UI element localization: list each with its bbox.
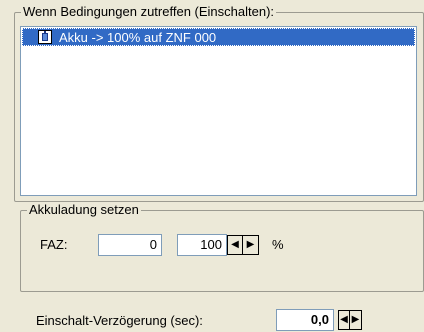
decrease-button[interactable]: ◀ — [227, 235, 243, 255]
delay-input[interactable]: 0,0 — [276, 309, 334, 331]
delay-label: Einschalt-Verzögerung (sec): — [36, 313, 203, 328]
increase-button[interactable]: ▶ — [243, 235, 259, 255]
triangle-right-icon: ▶ — [351, 314, 360, 325]
triangle-right-icon: ▶ — [246, 239, 255, 250]
list-item-label: Akku -> 100% auf ZNF 000 — [59, 29, 217, 45]
triangle-left-icon: ◀ — [231, 239, 239, 250]
dialog-window: Wenn Bedingungen zutreffen (Einschalten)… — [0, 0, 424, 332]
triangle-left-icon: ◀ — [340, 314, 348, 325]
battery-icon — [38, 30, 52, 44]
delay-spinner: ◀ ▶ — [338, 310, 362, 330]
conditions-listbox[interactable]: Akku -> 100% auf ZNF 000 — [20, 26, 417, 196]
delay-decrease-button[interactable]: ◀ — [338, 310, 350, 330]
percent-spinner: ◀ ▶ — [227, 235, 259, 255]
conditions-group-title: Wenn Bedingungen zutreffen (Einschalten)… — [21, 4, 277, 20]
percent-unit: % — [272, 237, 284, 252]
delay-increase-button[interactable]: ▶ — [350, 310, 362, 330]
list-item[interactable]: Akku -> 100% auf ZNF 000 — [22, 28, 415, 46]
faz-label: FAZ: — [40, 237, 68, 252]
faz-input[interactable]: 0 — [98, 234, 162, 256]
charge-group-title: Akkuladung setzen — [27, 202, 141, 218]
percent-input[interactable]: 100 — [177, 234, 227, 256]
